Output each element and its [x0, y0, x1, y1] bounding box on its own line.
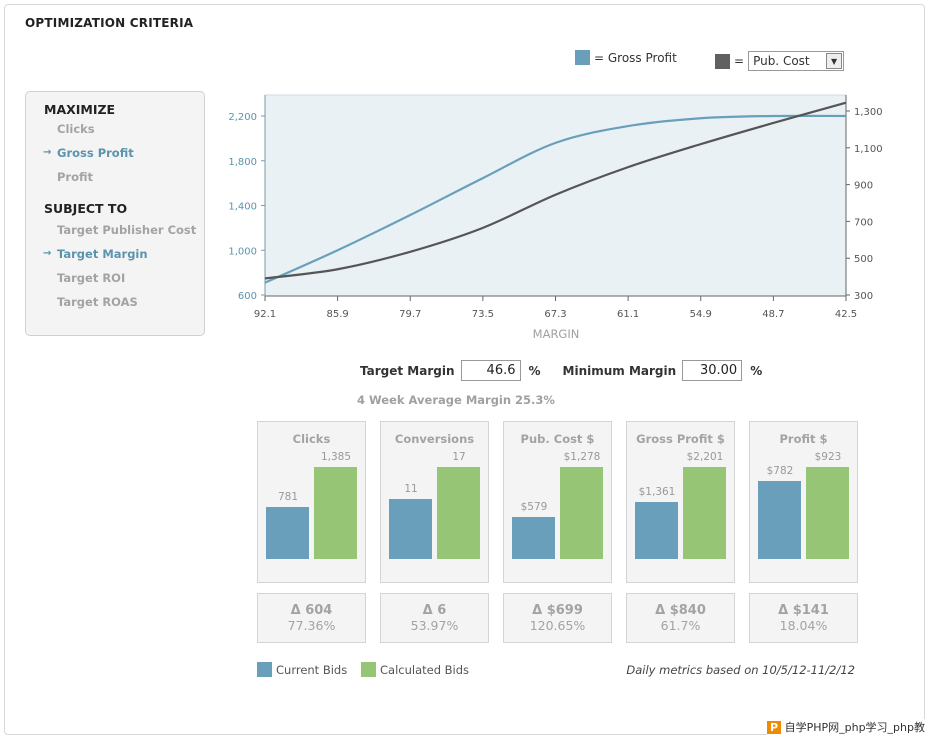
current-bid-bar	[758, 481, 801, 559]
delta-percent: 53.97%	[410, 618, 459, 633]
legend-calculated-bids: Calculated Bids	[361, 662, 469, 677]
current-bids-swatch	[257, 662, 272, 677]
current-bids-label: Current Bids	[276, 662, 348, 677]
delta-value: Δ 6	[422, 603, 447, 618]
x-tick-label: 79.7	[399, 309, 421, 320]
legend-current-bids: Current Bids	[257, 662, 347, 677]
minimum-margin-label: Minimum Margin	[562, 363, 677, 378]
metric-title: Conversions	[394, 432, 475, 446]
delta-percent: 61.7%	[660, 618, 701, 633]
metric-card-clicks: Clicks 781 1,385	[257, 421, 366, 583]
left-tick-label: 600	[238, 291, 257, 302]
calculated-value-label: 1,385	[320, 451, 352, 463]
metric-title: Pub. Cost $	[520, 432, 595, 446]
calculated-bid-bar	[560, 467, 603, 559]
calculated-bid-bar	[437, 467, 480, 559]
left-tick-label: 1,400	[228, 202, 257, 213]
x-tick-label: 73.5	[472, 309, 494, 320]
metric-card-pub-cost: Pub. Cost $ $579 $1,278	[503, 421, 612, 583]
left-tick-label: 1,800	[228, 157, 257, 168]
metric-card-conversions: Conversions 11 17	[380, 421, 489, 583]
minimum-margin-input[interactable]: 30.00	[682, 360, 743, 381]
x-tick-label: 42.5	[835, 309, 857, 320]
delta-value: Δ $840	[655, 603, 706, 618]
calculated-value-label: $1,278	[563, 451, 601, 463]
metric-delta-conversions: Δ 6 53.97%	[380, 593, 489, 643]
target-margin-label: Target Margin	[360, 363, 455, 378]
right-tick-label: 500	[854, 254, 873, 265]
right-tick-label: 1,300	[854, 107, 883, 118]
x-tick-label: 61.1	[617, 309, 639, 320]
calculated-value-label: 17	[452, 451, 466, 463]
current-value-label: $782	[766, 465, 794, 478]
pct-label: %	[750, 363, 763, 378]
pct-label: %	[528, 363, 541, 378]
metric-title: Gross Profit $	[636, 432, 725, 446]
margin-inputs: Target Margin 46.6 % Minimum Margin 30.0…	[360, 360, 762, 381]
metrics-date-note: Daily metrics based on 10/5/12-11/2/12	[626, 663, 855, 677]
delta-value: Δ $141	[778, 603, 829, 618]
current-bid-bar	[635, 502, 678, 559]
metric-card-gross-profit: Gross Profit $ $1,361 $2,201	[626, 421, 735, 583]
right-tick-label: 900	[854, 181, 873, 192]
right-tick-label: 1,100	[854, 144, 883, 155]
current-bid-bar	[389, 499, 432, 559]
calculated-value-label: $923	[814, 451, 842, 463]
x-axis-label: MARGIN	[533, 327, 580, 341]
x-tick-label: 92.1	[254, 309, 276, 320]
metric-delta-profit: Δ $141 18.04%	[749, 593, 858, 643]
watermark-text: 自学PHP网_php学习_php教	[784, 721, 925, 734]
right-tick-label: 700	[854, 217, 873, 228]
metric-delta-pub-cost: Δ $699 120.65%	[503, 593, 612, 643]
average-margin: 4 Week Average Margin 25.3%	[357, 393, 555, 407]
delta-value: Δ 604	[290, 603, 333, 618]
x-tick-label: 85.9	[326, 309, 348, 320]
current-value-label: 11	[404, 483, 418, 496]
current-value-label: $1,361	[638, 486, 676, 499]
calculated-bids-label: Calculated Bids	[380, 662, 470, 677]
x-tick-label: 54.9	[690, 309, 712, 320]
margin-chart: 92.1 85.9 79.7 73.5 67.3 61.1 54.9 48.7 42.5 600 1…	[228, 94, 883, 341]
delta-percent: 77.36%	[287, 618, 336, 633]
watermark: P 自学PHP网_php学习_php教	[767, 719, 925, 735]
delta-percent: 18.04%	[779, 618, 828, 633]
current-bid-bar	[266, 507, 309, 559]
current-value-label: 781	[277, 491, 299, 504]
calculated-bid-bar	[683, 467, 726, 559]
calculated-bid-bar	[806, 467, 849, 559]
target-margin-input[interactable]: 46.6	[460, 360, 521, 381]
metric-delta-clicks: Δ 604 77.36%	[257, 593, 366, 643]
delta-value: Δ $699	[532, 603, 583, 618]
left-tick-label: 1,000	[228, 246, 257, 257]
metric-card-profit: Profit $ $782 $923	[749, 421, 858, 583]
current-bid-bar	[512, 517, 555, 559]
left-tick-label: 2,200	[228, 112, 257, 123]
metric-title: Clicks	[292, 432, 331, 446]
metric-title: Profit $	[779, 432, 828, 446]
x-tick-label: 48.7	[762, 309, 784, 320]
right-tick-label: 300	[854, 291, 873, 302]
calculated-bids-swatch	[361, 662, 376, 677]
current-value-label: $579	[520, 501, 548, 514]
delta-percent: 120.65%	[529, 618, 586, 633]
metric-delta-gross-profit: Δ $840 61.7%	[626, 593, 735, 643]
calculated-value-label: $2,201	[686, 451, 724, 463]
calculated-bid-bar	[314, 467, 357, 559]
x-tick-label: 67.3	[544, 309, 566, 320]
